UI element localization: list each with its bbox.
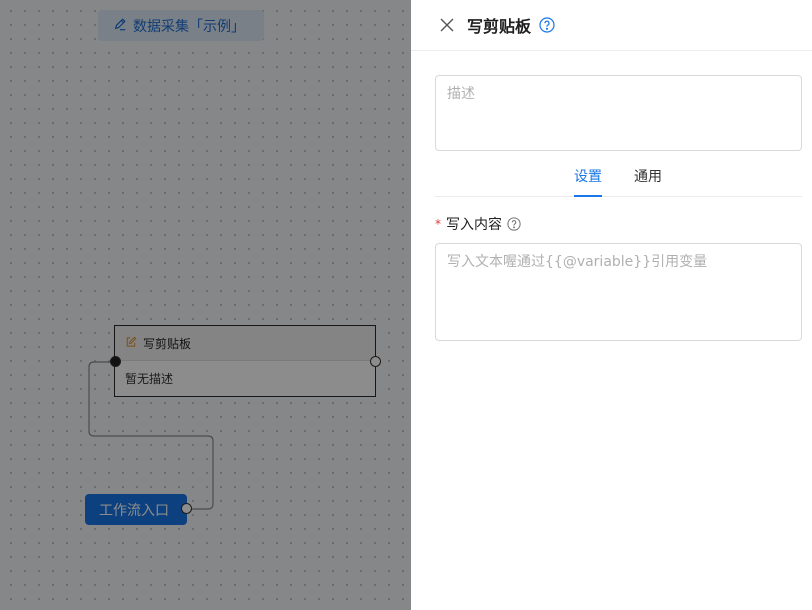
close-icon[interactable] bbox=[439, 17, 455, 33]
write-content-textarea[interactable]: 写入文本喔通过{{@variable}}引用变量 bbox=[435, 243, 802, 341]
help-circle-icon[interactable] bbox=[507, 217, 521, 231]
drawer-header: 写剪贴板 bbox=[411, 0, 812, 51]
write-content-label: * 写入内容 bbox=[435, 214, 521, 234]
description-placeholder: 描述 bbox=[447, 86, 475, 102]
node-settings-drawer: 写剪贴板 描述 设置 通用 * 写入内容 写入文本喔通过{{@variable}… bbox=[411, 0, 812, 610]
drawer-title: 写剪贴板 bbox=[467, 17, 532, 36]
content-placeholder: 写入文本喔通过{{@variable}}引用变量 bbox=[447, 254, 708, 270]
required-mark: * bbox=[435, 217, 441, 231]
description-textarea[interactable]: 描述 bbox=[435, 75, 802, 151]
tab-settings[interactable]: 设置 bbox=[574, 160, 602, 197]
help-circle-icon[interactable] bbox=[539, 17, 555, 33]
field-label-text: 写入内容 bbox=[446, 217, 502, 233]
tab-general[interactable]: 通用 bbox=[634, 160, 662, 197]
settings-tabs: 设置 通用 bbox=[435, 160, 802, 197]
